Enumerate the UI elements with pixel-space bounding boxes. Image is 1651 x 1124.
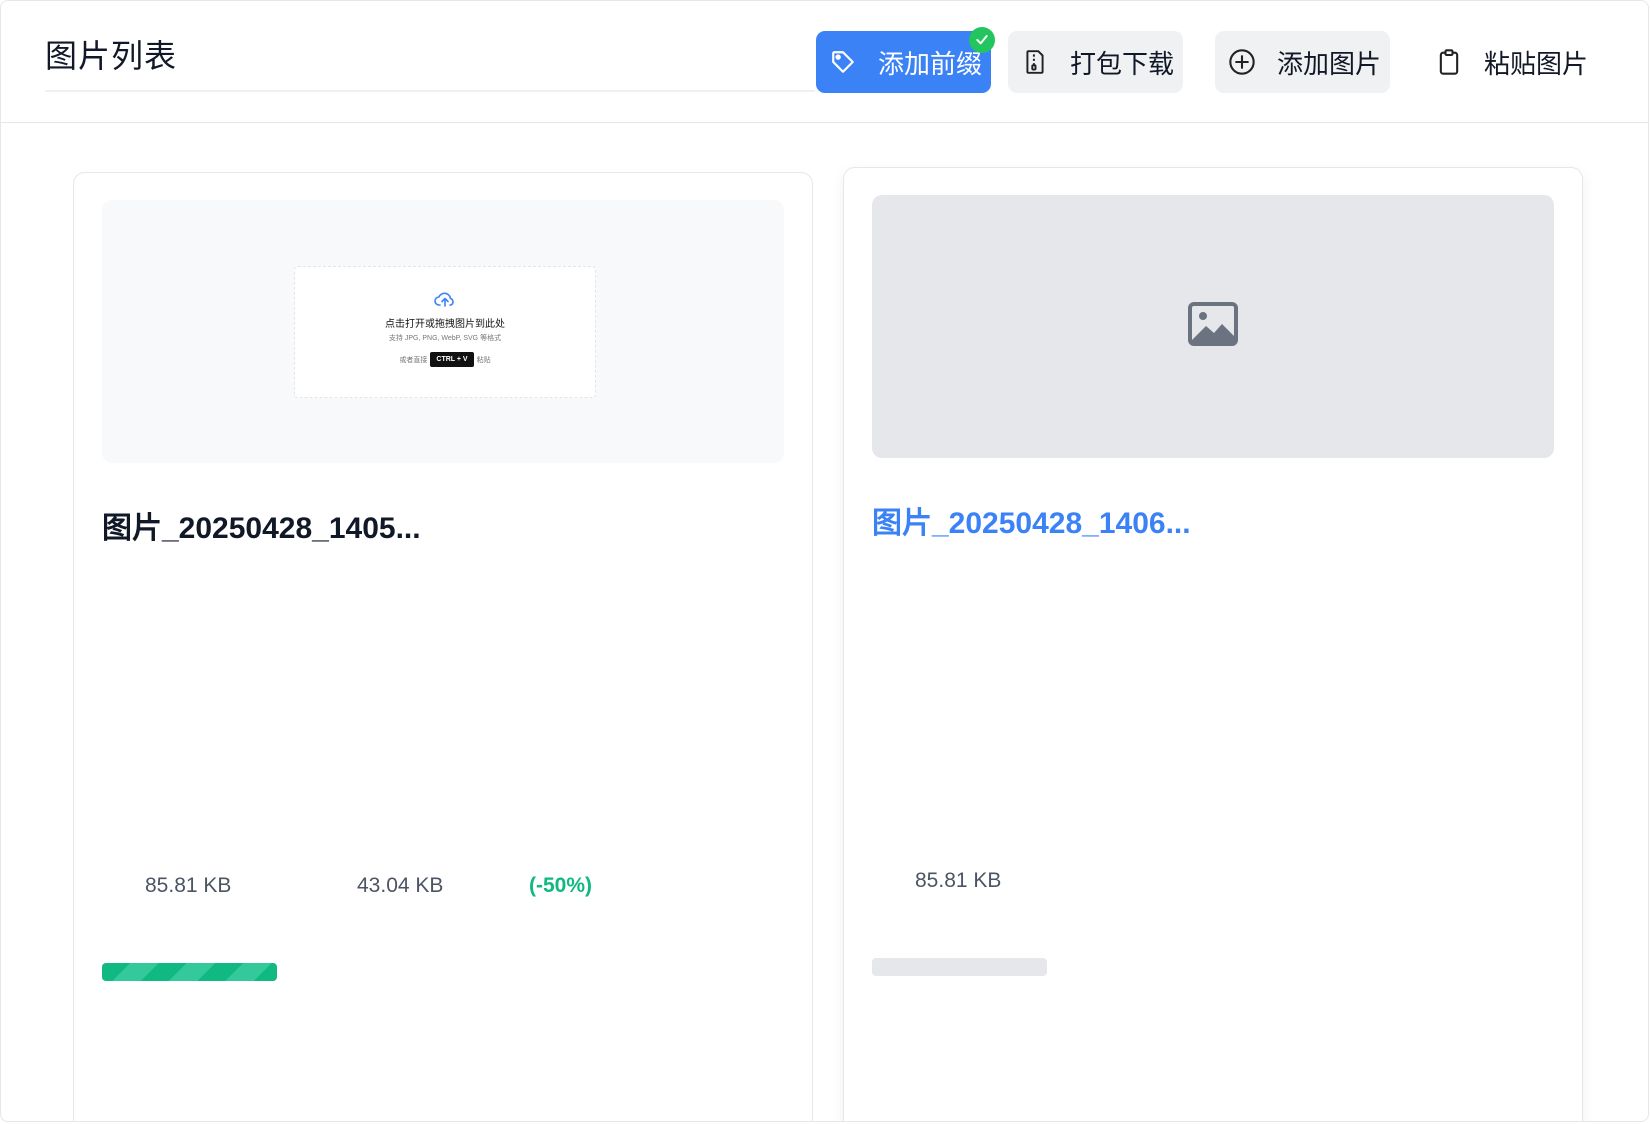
paste-prefix-text: 或者直接 [399,356,428,364]
add-prefix-button[interactable]: 添加前缀 [816,27,995,93]
page-title: 图片列表 [45,38,178,74]
paste-image-button[interactable]: 粘贴图片 [1422,31,1622,93]
title-divider [45,90,815,92]
check-icon [969,27,995,53]
paste-suffix-text: 粘贴 [476,356,491,364]
thumbnail-paste-hint: 或者直接 CTRL + V 粘贴 [295,352,595,367]
zip-download-button[interactable]: 打包下载 [1008,31,1183,93]
tag-icon [828,47,858,77]
image-thumbnail[interactable]: 点击打开或拖拽图片到此处 支持 JPG, PNG, WebP, SVG 等格式 … [102,200,784,463]
cloud-upload-icon [295,289,595,309]
progress-bar [872,958,1047,976]
add-image-button[interactable]: 添加图片 [1215,31,1390,93]
image-placeholder-icon [1188,302,1238,351]
image-thumbnail[interactable] [872,195,1554,458]
image-card[interactable]: 图片_20250428_1406... 85.81 KB [843,167,1583,1121]
original-size: 85.81 KB [145,874,232,897]
zip-file-icon [1020,47,1050,77]
image-card[interactable]: 点击打开或拖拽图片到此处 支持 JPG, PNG, WebP, SVG 等格式 … [73,172,813,1121]
shortcut-badge: CTRL + V [430,352,474,367]
app-window: 图片列表 添加前缀 打包下载 添加图片 粘贴图片 点击打开或拖拽图片到此处 支持… [0,0,1649,1122]
header: 图片列表 添加前缀 打包下载 添加图片 粘贴图片 [1,1,1648,123]
file-name: 图片_20250428_1405... [102,512,421,545]
zip-download-label: 打包下载 [1070,48,1175,79]
paste-image-label: 粘贴图片 [1484,48,1589,79]
thumbnail-upload-preview: 点击打开或拖拽图片到此处 支持 JPG, PNG, WebP, SVG 等格式 … [294,266,596,398]
add-image-label: 添加图片 [1277,48,1382,79]
saving-percent: (-50%) [529,874,593,897]
progress-bar [102,963,277,981]
original-size: 85.81 KB [915,869,1002,892]
thumbnail-main-text: 点击打开或拖拽图片到此处 [385,319,505,330]
compressed-size: 43.04 KB [357,874,444,897]
clipboard-icon [1434,47,1464,77]
file-name: 图片_20250428_1406... [872,507,1191,540]
thumbnail-sub-text: 支持 JPG, PNG, WebP, SVG 等格式 [388,335,502,342]
plus-circle-icon [1227,47,1257,77]
add-prefix-label: 添加前缀 [878,48,983,79]
